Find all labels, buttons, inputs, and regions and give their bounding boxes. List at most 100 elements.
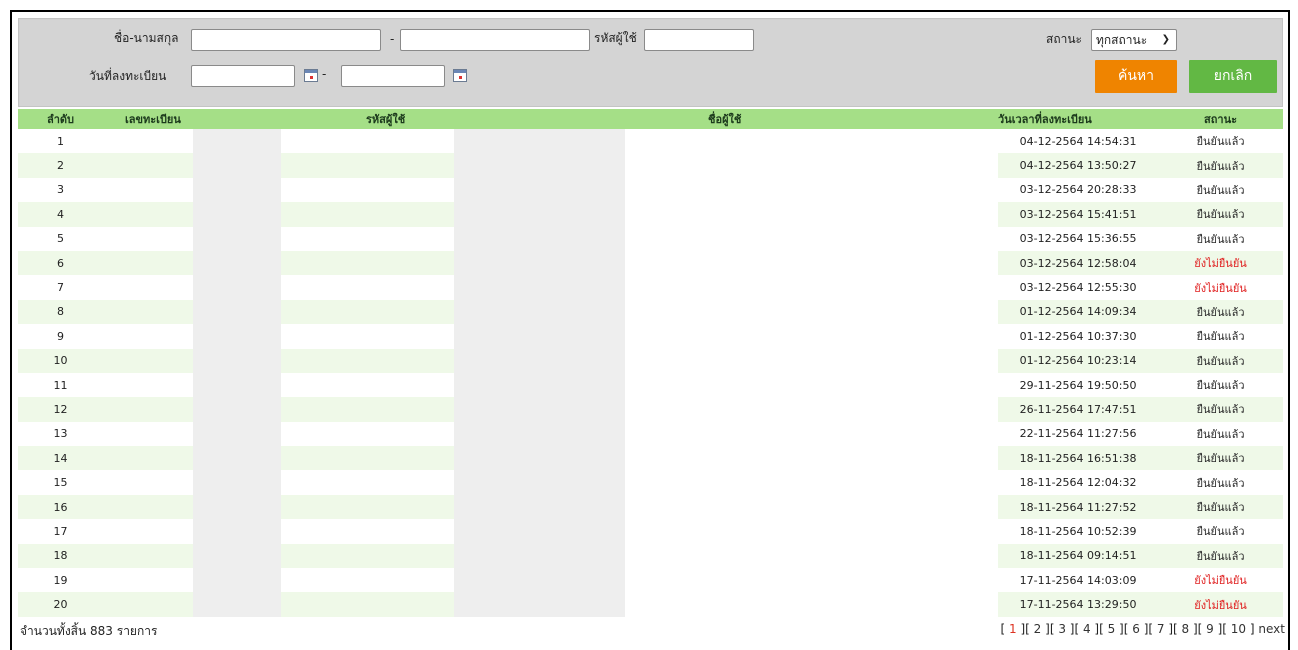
search-button[interactable]: ค้นหา xyxy=(1095,60,1177,93)
table-body: 1 04-12-2564 14:54:31 ยืนยันแล้ว 2 04-12-256… xyxy=(18,129,1284,617)
cell-spacer xyxy=(103,226,193,251)
cell-userid-redacted xyxy=(454,592,519,617)
page-link[interactable]: 4 xyxy=(1083,622,1091,636)
calendar-icon[interactable] xyxy=(304,69,318,82)
cell-userid-redacted xyxy=(454,250,519,276)
cell-no: 16 xyxy=(18,494,103,520)
cancel-button[interactable]: ยกเลิก xyxy=(1189,60,1277,93)
page-link[interactable]: 8 xyxy=(1182,622,1190,636)
username-redacted xyxy=(518,494,626,520)
cell-status: ยืนยันแล้ว xyxy=(1158,348,1284,373)
table-row: 16 18-11-2564 11:27:52 ยืนยันแล้ว xyxy=(18,494,1284,520)
cell-spacer xyxy=(281,250,455,276)
table-row: 14 18-11-2564 16:51:38 ยืนยันแล้ว xyxy=(18,446,1284,471)
cell-spacer xyxy=(281,177,455,203)
col-header-datetime: วันเวลาที่ลงทะเบียน xyxy=(998,109,1159,129)
next-page-link[interactable]: next xyxy=(1258,622,1285,636)
table-row: 4 03-12-2564 15:41:51 ยืนยันแล้ว xyxy=(18,202,1284,227)
table-row: 7 03-12-2564 12:55:30 ยังไม่ยืนยัน xyxy=(18,275,1284,300)
cell-datetime: 04-12-2564 13:50:27 xyxy=(998,153,1159,178)
username-redacted xyxy=(518,299,626,325)
cell-userid-redacted xyxy=(454,470,519,495)
cell-spacer xyxy=(281,324,455,349)
cell-spacer xyxy=(103,250,193,276)
name-to-input[interactable] xyxy=(400,29,590,51)
cell-spacer xyxy=(281,202,455,227)
cell-spacer xyxy=(281,592,455,617)
cell-spacer xyxy=(281,153,455,178)
cell-username xyxy=(518,250,998,276)
table-header-row: ลำดับ เลขทะเบียน รหัสผู้ใช้ ชื่อผู้ใช้ ว… xyxy=(18,109,1284,129)
page-link[interactable]: 2 xyxy=(1034,622,1042,636)
page-link[interactable]: 7 xyxy=(1157,622,1165,636)
cell-status: ยังไม่ยืนยัน xyxy=(1158,275,1284,300)
cell-status: ยืนยันแล้ว xyxy=(1158,129,1284,154)
cell-spacer xyxy=(281,226,455,251)
cell-regno-redacted xyxy=(193,177,282,203)
username-redacted xyxy=(518,372,626,398)
cell-username xyxy=(518,177,998,203)
cell-no: 2 xyxy=(18,153,103,178)
page-link[interactable]: 3 xyxy=(1058,622,1066,636)
cell-no: 9 xyxy=(18,324,103,349)
status-select[interactable]: ทุกสถานะ ❯ xyxy=(1091,29,1177,51)
cell-username xyxy=(518,592,998,617)
regdate-label: วันที่ลงทะเบียน xyxy=(89,69,167,83)
regdate-to-input[interactable] xyxy=(341,65,445,87)
cell-regno-redacted xyxy=(193,568,282,593)
cell-no: 18 xyxy=(18,543,103,569)
cell-spacer xyxy=(103,397,193,422)
table-row: 2 04-12-2564 13:50:27 ยืนยันแล้ว xyxy=(18,153,1284,178)
cell-userid-redacted xyxy=(454,275,519,300)
status-select-value: ทุกสถานะ xyxy=(1096,33,1148,47)
cell-datetime: 03-12-2564 15:36:55 xyxy=(998,226,1159,251)
cell-status: ยืนยันแล้ว xyxy=(1158,324,1284,349)
regdate-from-input[interactable] xyxy=(191,65,295,87)
cell-no: 13 xyxy=(18,421,103,447)
page-link[interactable]: 10 xyxy=(1231,622,1246,636)
cell-status: ยืนยันแล้ว xyxy=(1158,153,1284,178)
cell-regno-redacted xyxy=(193,421,282,447)
cell-status: ยืนยันแล้ว xyxy=(1158,226,1284,251)
calendar-icon[interactable] xyxy=(453,69,467,82)
page-link[interactable]: 5 xyxy=(1108,622,1116,636)
cell-datetime: 18-11-2564 09:14:51 xyxy=(998,543,1159,569)
cell-spacer xyxy=(103,372,193,398)
username-redacted xyxy=(518,324,626,349)
username-redacted xyxy=(518,397,626,422)
cell-spacer xyxy=(103,153,193,178)
cell-spacer xyxy=(281,519,455,544)
app-frame: ชื่อ-นามสกุล - รหัสผู้ใช้ สถานะ ทุกสถานะ… xyxy=(10,10,1290,650)
cell-regno-redacted xyxy=(193,226,282,251)
cell-username xyxy=(518,397,998,422)
cell-no: 5 xyxy=(18,226,103,251)
name-from-input[interactable] xyxy=(191,29,381,51)
cell-spacer xyxy=(103,348,193,373)
cell-username xyxy=(518,372,998,398)
cell-spacer xyxy=(103,275,193,300)
cell-status: ยืนยันแล้ว xyxy=(1158,202,1284,227)
cell-status: ยืนยันแล้ว xyxy=(1158,177,1284,203)
cell-spacer xyxy=(103,324,193,349)
table-row: 1 04-12-2564 14:54:31 ยืนยันแล้ว xyxy=(18,129,1284,154)
page-link[interactable]: 9 xyxy=(1206,622,1214,636)
userid-label: รหัสผู้ใช้ xyxy=(594,31,637,45)
table-row: 18 18-11-2564 09:14:51 ยืนยันแล้ว xyxy=(18,543,1284,569)
cell-userid-redacted xyxy=(454,177,519,203)
cell-regno-redacted xyxy=(193,129,282,154)
cell-datetime: 03-12-2564 12:55:30 xyxy=(998,275,1159,300)
cell-userid-redacted xyxy=(454,494,519,520)
username-redacted xyxy=(518,543,626,569)
cell-regno-redacted xyxy=(193,299,282,325)
table-row: 13 22-11-2564 11:27:56 ยืนยันแล้ว xyxy=(18,421,1284,447)
table-row: 6 03-12-2564 12:58:04 ยังไม่ยืนยัน xyxy=(18,250,1284,276)
cell-status: ยืนยันแล้ว xyxy=(1158,299,1284,325)
cell-username xyxy=(518,494,998,520)
cell-userid-redacted xyxy=(454,153,519,178)
col-header-status: สถานะ xyxy=(1158,109,1284,129)
page-link[interactable]: 1 xyxy=(1009,622,1017,636)
cell-no: 11 xyxy=(18,372,103,398)
page-link[interactable]: 6 xyxy=(1132,622,1140,636)
userid-input[interactable] xyxy=(644,29,754,51)
cell-datetime: 01-12-2564 10:23:14 xyxy=(998,348,1159,373)
